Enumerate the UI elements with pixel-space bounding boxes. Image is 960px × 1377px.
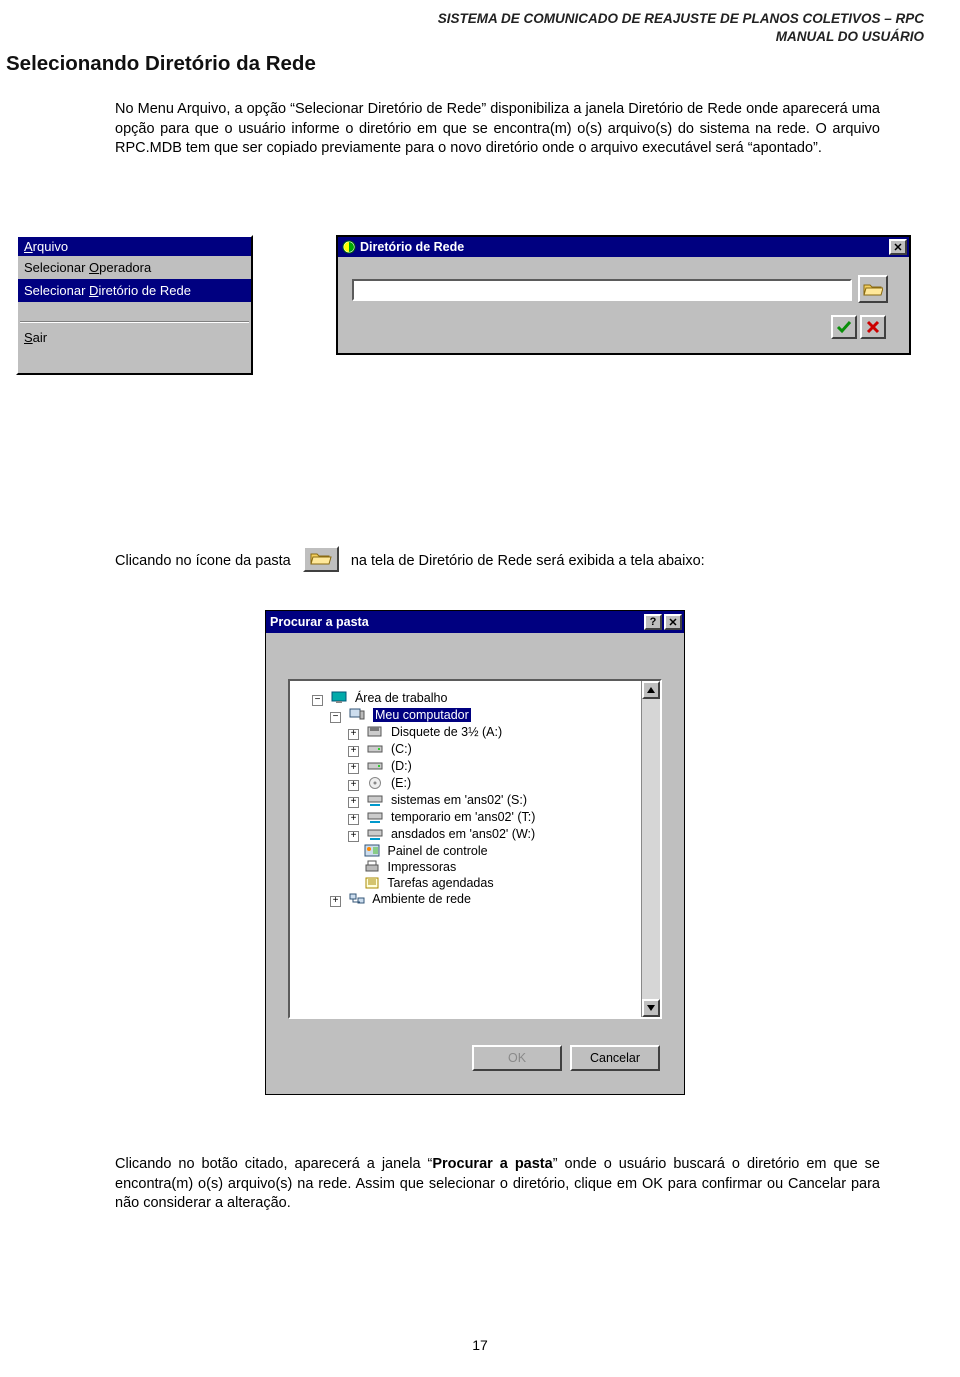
desktop-icon [331,691,347,704]
tree-node-printers[interactable]: Impressoras [348,860,652,874]
tree-node-network-neighborhood[interactable]: + Ambiente de rede [330,892,652,907]
expand-icon[interactable]: + [348,831,359,842]
tree-node-drive-d[interactable]: + (D:) [348,759,652,774]
control-panel-icon [364,844,380,857]
tree-node-netdrive-w[interactable]: + ansdados em 'ans02' (W:) [348,827,652,842]
arquivo-menu: Arquivo Selecionar Operadora Selecionar … [16,235,253,375]
network-icon [349,892,365,905]
scroll-down-icon[interactable] [642,999,660,1017]
folder-open-icon [303,546,339,572]
page-number: 17 [0,1336,960,1355]
close-icon[interactable]: ✕ [664,614,682,630]
expand-icon[interactable]: + [348,729,359,740]
collapse-icon[interactable]: − [330,712,341,723]
dialog-titlebar[interactable]: Diretório de Rede ✕ [338,237,909,257]
drive-icon [367,742,383,755]
dialog-procurar-a-pasta: Procurar a pasta ? ✕ − Área de trabalho … [265,610,685,1095]
paragraph-2: Clicando no ícone da pasta na tela de Di… [115,548,880,574]
folder-tree[interactable]: − Área de trabalho − Meu computador + Di… [288,679,662,1019]
paragraph-3: Clicando no botão citado, aparecerá a ja… [115,1155,880,1214]
scheduled-tasks-icon [364,876,380,889]
paragraph-1: No Menu Arquivo, a opção “Selecionar Dir… [115,100,880,159]
page-header: SISTEMA DE COMUNICADO DE REAJUSTE DE PLA… [438,10,924,46]
dialog2-titlebar[interactable]: Procurar a pasta ? ✕ [266,611,684,633]
menu-item-selecionar-diretorio-de-rede[interactable]: Selecionar Diretório de Rede [18,279,251,302]
header-line-2: MANUAL DO USUÁRIO [438,28,924,46]
cancel-button[interactable]: Cancelar [570,1045,660,1071]
check-icon [836,320,852,334]
menu-item-selecionar-operadora[interactable]: Selecionar Operadora [18,256,251,279]
tree-node-floppy-a[interactable]: + Disquete de 3½ (A:) [348,725,652,740]
section-title: Selecionando Diretório da Rede [6,50,316,78]
network-drive-icon [367,793,383,806]
expand-icon[interactable]: + [348,746,359,757]
cd-icon [367,776,383,789]
menu-separator [20,321,249,323]
tree-node-netdrive-s[interactable]: + sistemas em 'ans02' (S:) [348,793,652,808]
cancel-button[interactable] [860,315,886,339]
dialog-title-icon [342,240,356,254]
network-drive-icon [367,810,383,823]
drive-icon [367,759,383,772]
directory-path-input[interactable] [352,279,852,301]
tree-node-netdrive-t[interactable]: + temporario em 'ans02' (T:) [348,810,652,825]
browse-button[interactable] [858,275,888,303]
dialog-diretorio-de-rede: Diretório de Rede ✕ [336,235,911,355]
confirm-button[interactable] [831,315,857,339]
help-icon[interactable]: ? [644,614,662,630]
dialog2-title-text: Procurar a pasta [270,612,369,632]
paragraph-2a: Clicando no ícone da pasta [115,553,291,569]
dialog-title-text: Diretório de Rede [360,237,464,257]
x-icon [866,320,880,334]
tree-node-drive-c[interactable]: + (C:) [348,742,652,757]
printer-icon [364,860,380,873]
tree-node-scheduled-tasks[interactable]: Tarefas agendadas [348,876,652,890]
arquivo-menu-header[interactable]: Arquivo [18,237,251,256]
figure-menu-and-dialog: Arquivo Selecionar Operadora Selecionar … [16,235,926,395]
tree-node-control-panel[interactable]: Painel de controle [348,844,652,858]
header-line-1: SISTEMA DE COMUNICADO DE REAJUSTE DE PLA… [438,10,924,28]
menu-item-sair[interactable]: Sair [18,326,251,349]
folder-open-icon [863,281,883,297]
expand-icon[interactable]: + [348,763,359,774]
network-drive-icon [367,827,383,840]
expand-icon[interactable]: + [330,896,341,907]
floppy-icon [367,725,383,738]
expand-icon[interactable]: + [348,814,359,825]
tree-scrollbar[interactable] [641,681,660,1017]
scroll-up-icon[interactable] [642,681,660,699]
expand-icon[interactable]: + [348,797,359,808]
tree-node-desktop[interactable]: − Área de trabalho [312,691,652,706]
ok-button[interactable]: OK [472,1045,562,1071]
collapse-icon[interactable]: − [312,695,323,706]
tree-node-drive-e[interactable]: + (E:) [348,776,652,791]
computer-icon [349,708,365,721]
paragraph-2b: na tela de Diretório de Rede será exibid… [351,553,705,569]
expand-icon[interactable]: + [348,780,359,791]
tree-node-my-computer[interactable]: − Meu computador [330,708,652,723]
close-icon[interactable]: ✕ [889,239,907,255]
paragraph-3-bold: Procurar a pasta [432,1156,552,1172]
